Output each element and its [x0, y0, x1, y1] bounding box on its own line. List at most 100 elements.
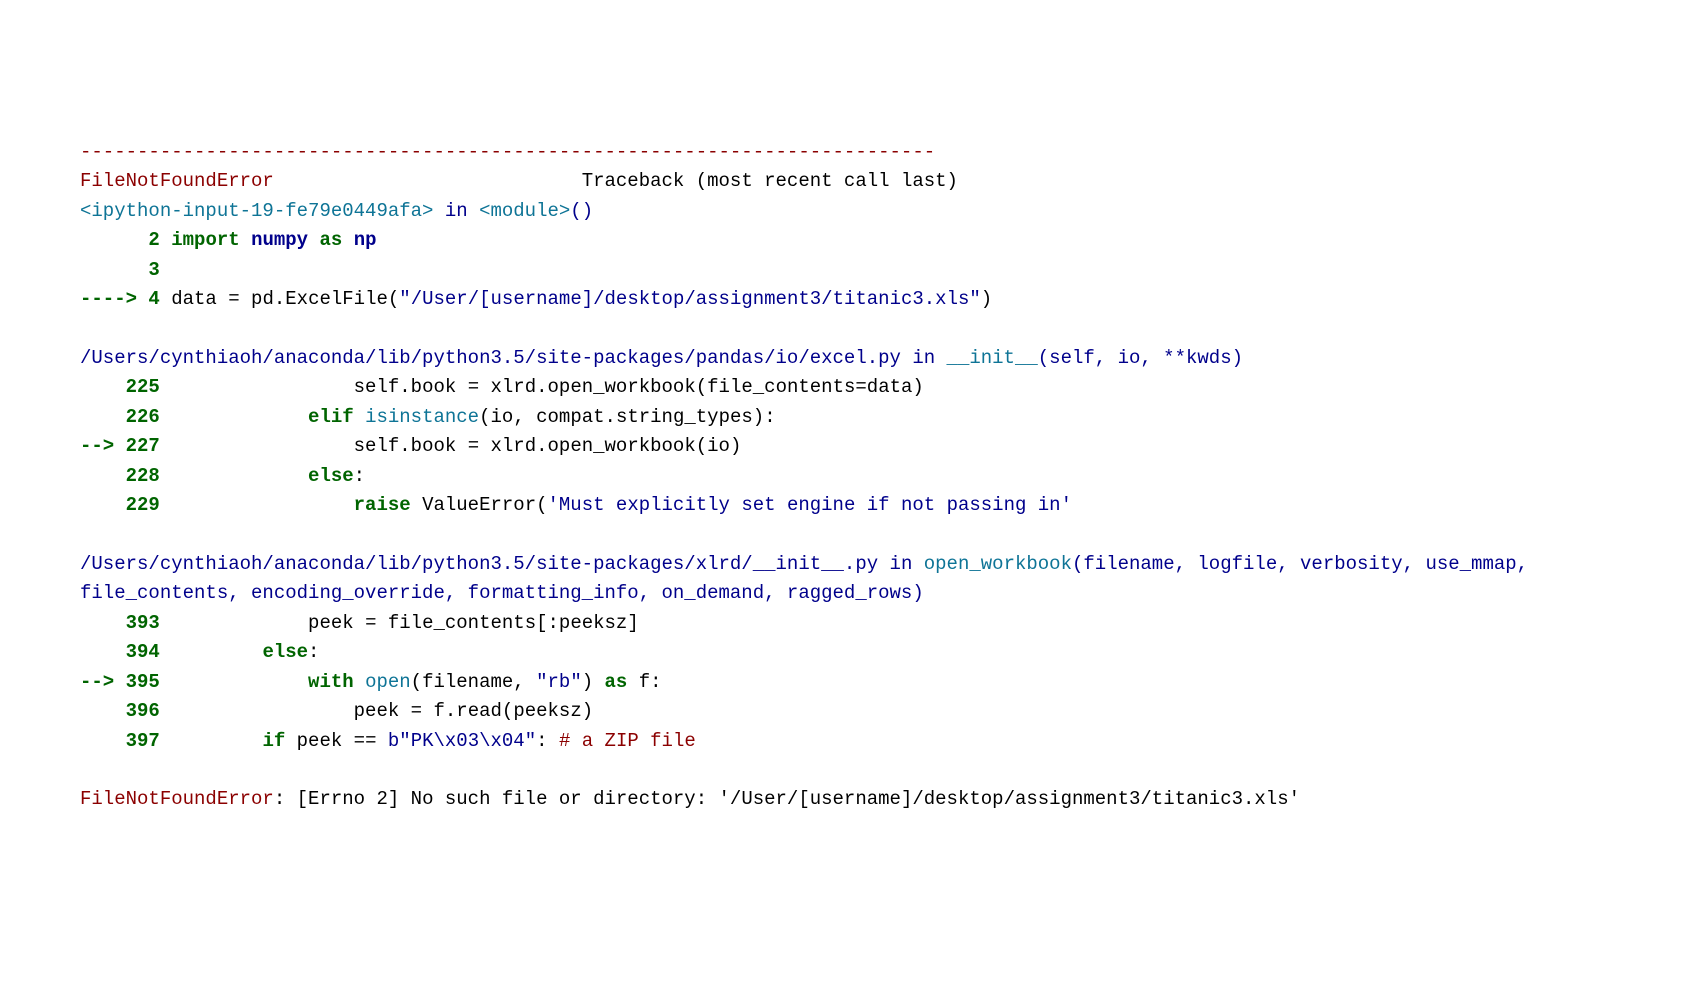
kw-else: else [262, 641, 308, 663]
line-225-num: 225 [80, 376, 171, 398]
op-eq: = [855, 376, 866, 398]
op-dot: . [536, 376, 547, 398]
op-dot: . [274, 288, 285, 310]
kw-as: as [605, 671, 628, 693]
code-openwb: open_workbook [548, 435, 696, 457]
pad [171, 730, 262, 752]
paren-open: ( [388, 288, 399, 310]
error-traceback: ----------------------------------------… [80, 138, 1626, 815]
frame3-in: in [878, 553, 924, 575]
code-self: self [354, 435, 400, 457]
final-error-msg: : [Errno 2] No such file or directory: '… [274, 788, 1300, 810]
colon: : [764, 406, 775, 428]
paren-open: ( [411, 671, 422, 693]
frame2-in: in [901, 347, 947, 369]
paren-close: ) [582, 700, 593, 722]
kw-else: else [308, 465, 354, 487]
frame1-parens: () [570, 200, 593, 222]
code-xlrd: xlrd [479, 435, 536, 457]
line-228-num: 228 [80, 465, 171, 487]
string-rb: "rb" [536, 671, 582, 693]
op-eq: = [228, 288, 239, 310]
space [354, 406, 365, 428]
kw-if: if [262, 730, 285, 752]
line-393-num: 393 [80, 612, 171, 634]
code-valueerror: ValueError [411, 494, 536, 516]
kw-as: as [319, 229, 342, 251]
code-peeksz: peeksz [559, 612, 627, 634]
space [354, 671, 365, 693]
op-eq: = [468, 376, 479, 398]
space [342, 229, 353, 251]
pad [171, 376, 353, 398]
colon: : [354, 465, 365, 487]
op-dot: . [399, 376, 410, 398]
code-read: read [456, 700, 502, 722]
op-dot: . [605, 406, 616, 428]
pad [171, 700, 353, 722]
param-fc: file_contents [707, 376, 855, 398]
op-eq: = [365, 612, 376, 634]
paren-close: ) [912, 376, 923, 398]
op-eq: = [411, 700, 422, 722]
frame2-sig: (self, io, **kwds) [1038, 347, 1243, 369]
pad [171, 435, 353, 457]
code-filename: filename [422, 671, 513, 693]
kw-import: import [171, 229, 239, 251]
frame2-func: __init__ [947, 347, 1038, 369]
line-394-num: 394 [80, 641, 171, 663]
paren-close: ) [753, 406, 764, 428]
code-fc: file_contents [376, 612, 536, 634]
code-f: f [627, 671, 650, 693]
line-229-num: 229 [80, 494, 171, 516]
colon: : [308, 641, 319, 663]
space [525, 671, 536, 693]
code-data2: data [867, 376, 913, 398]
pad [171, 612, 308, 634]
arrow-227: --> 227 [80, 435, 171, 457]
code-peeksz: peeksz [513, 700, 581, 722]
op-eq: = [468, 435, 479, 457]
comment-zip: # a ZIP file [559, 730, 696, 752]
line-prefix-3: 3 [80, 259, 171, 281]
final-error-type: FileNotFoundError [80, 788, 274, 810]
paren-open: ( [696, 376, 707, 398]
code-self: self [354, 376, 400, 398]
space [308, 229, 319, 251]
string-path: "/User/[username]/desktop/assignment3/ti… [399, 288, 981, 310]
paren-open: ( [536, 494, 547, 516]
error-type-header: FileNotFoundError [80, 170, 274, 192]
code-pd: pd [240, 288, 274, 310]
code-openwb: open_workbook [548, 376, 696, 398]
paren-close: ) [981, 288, 992, 310]
op-dot: . [445, 700, 456, 722]
pad [171, 641, 262, 663]
code-xlrd: xlrd [479, 376, 536, 398]
paren-close: ) [582, 671, 593, 693]
code-excelfile: ExcelFile [285, 288, 388, 310]
bracket: [: [536, 612, 559, 634]
code-io: io [491, 406, 514, 428]
traceback-label: Traceback (most recent call last) [274, 170, 958, 192]
space [548, 730, 559, 752]
colon: : [536, 730, 547, 752]
code-book: book [411, 376, 468, 398]
colon: : [650, 671, 661, 693]
code-peek: peek [354, 700, 411, 722]
frame3-func: open_workbook [924, 553, 1072, 575]
bracket: ] [627, 612, 638, 634]
op-dot: . [399, 435, 410, 457]
space [593, 671, 604, 693]
code-book: book [411, 435, 468, 457]
pad [171, 671, 308, 693]
comma: , [513, 671, 524, 693]
code-f: f [422, 700, 445, 722]
frame2-path: /Users/cynthiaoh/anaconda/lib/python3.5/… [80, 347, 901, 369]
space [376, 730, 387, 752]
kw-raise: raise [354, 494, 411, 516]
space [240, 229, 251, 251]
code-compat: compat [525, 406, 605, 428]
paren-open: ( [696, 435, 707, 457]
mod-numpy: numpy [251, 229, 308, 251]
code-data: data [171, 288, 228, 310]
